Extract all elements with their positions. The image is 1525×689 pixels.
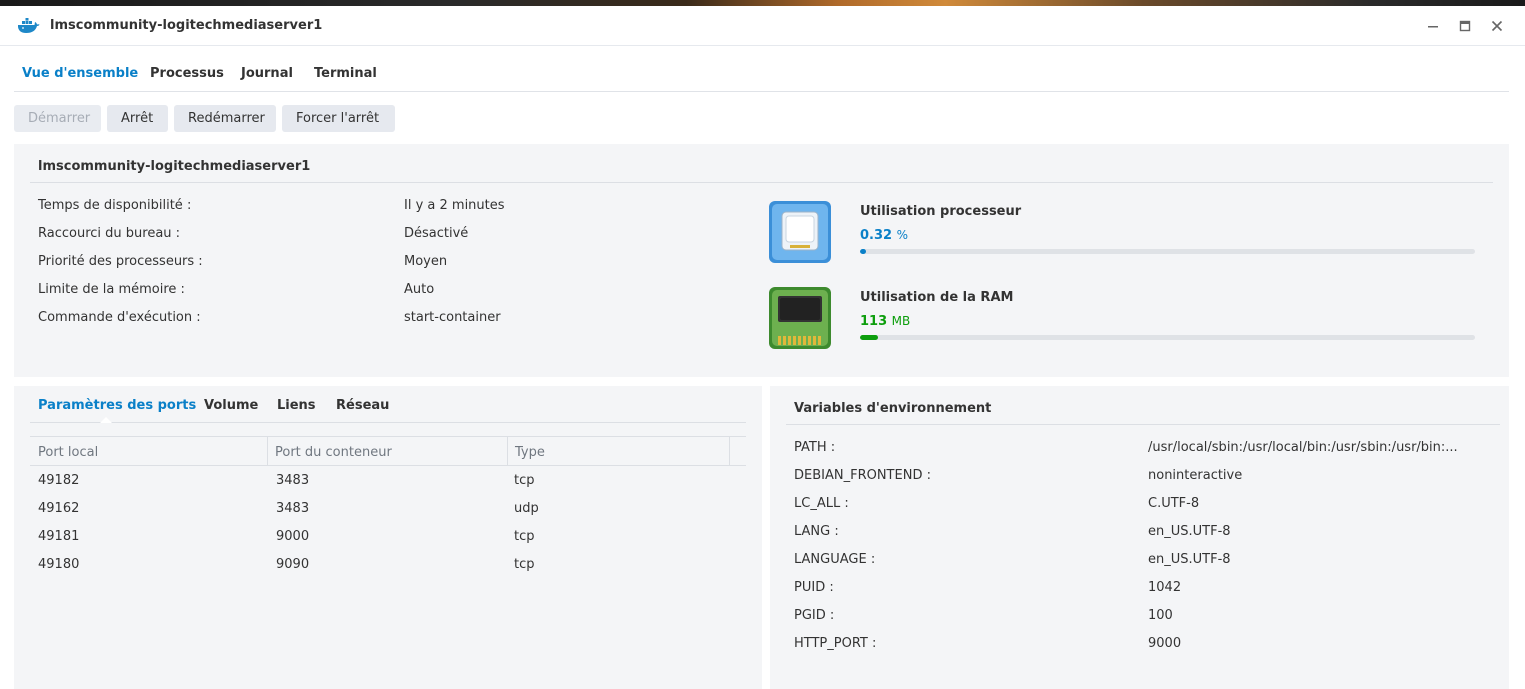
subtab-port-settings[interactable]: Paramètres des ports — [38, 398, 196, 413]
ports-table-header: Port local Port du conteneur Type — [30, 436, 746, 466]
ports-subtabs: Paramètres des ports Volume Liens Réseau — [30, 386, 746, 423]
env-value: 1042 — [1148, 580, 1182, 595]
table-row[interactable]: 49182 3483 tcp — [30, 466, 746, 494]
subtab-volume[interactable]: Volume — [204, 398, 258, 413]
divider — [786, 424, 1500, 425]
uptime-label: Temps de disponibilité : — [38, 198, 192, 213]
col-container-port[interactable]: Port du conteneur — [275, 445, 392, 460]
ram-usage-bar — [860, 335, 1475, 340]
tab-terminal[interactable]: Terminal — [314, 66, 377, 81]
subtab-links[interactable]: Liens — [277, 398, 316, 413]
cpu-priority-value: Moyen — [404, 254, 448, 269]
close-icon — [1491, 20, 1503, 32]
column-separator[interactable] — [507, 437, 508, 466]
container-port-cell: 9090 — [276, 557, 310, 572]
cpu-usage-value: 0.32 % — [860, 228, 908, 243]
docker-whale-icon — [18, 18, 40, 33]
env-value: /usr/local/sbin:/usr/local/bin:/usr/sbin… — [1148, 440, 1458, 455]
environment-panel: Variables d'environnement PATH : /usr/lo… — [770, 386, 1509, 689]
subtab-network[interactable]: Réseau — [336, 398, 389, 413]
memory-limit-label: Limite de la mémoire : — [38, 282, 185, 297]
exec-command-label: Commande d'exécution : — [38, 310, 201, 325]
ram-usage-title: Utilisation de la RAM — [860, 290, 1014, 305]
env-value: C.UTF-8 — [1148, 496, 1200, 511]
column-separator[interactable] — [729, 437, 730, 466]
env-key: PGID : — [794, 608, 835, 623]
col-local-port[interactable]: Port local — [38, 445, 98, 460]
env-value: 100 — [1148, 608, 1173, 623]
cpu-usage-title: Utilisation processeur — [860, 204, 1022, 219]
container-name-heading: lmscommunity-logitechmediaserver1 — [38, 159, 311, 174]
column-separator[interactable] — [267, 437, 268, 466]
minimize-button[interactable] — [1422, 16, 1444, 36]
env-key: LANG : — [794, 524, 839, 539]
cpu-priority-label: Priorité des processeurs : — [38, 254, 203, 269]
exec-command-value: start-container — [404, 310, 501, 325]
tab-log[interactable]: Journal — [241, 66, 293, 81]
overview-panel: lmscommunity-logitechmediaserver1 Temps … — [14, 144, 1509, 377]
tab-processes[interactable]: Processus — [150, 66, 224, 81]
ram-usage-bar-fill — [860, 335, 879, 340]
local-port-cell: 49162 — [38, 501, 80, 516]
ports-panel: Paramètres des ports Volume Liens Réseau… — [14, 386, 762, 689]
env-key: LC_ALL : — [794, 496, 849, 511]
divider — [30, 182, 1493, 183]
ram-usage-number: 113 — [860, 314, 888, 329]
close-button[interactable] — [1486, 16, 1508, 36]
start-button[interactable]: Démarrer — [14, 105, 101, 132]
container-details-window: lmscommunity-logitechmediaserver1 Vue d'… — [0, 6, 1525, 689]
ports-table: Port local Port du conteneur Type 49182 … — [30, 436, 746, 578]
local-port-cell: 49181 — [38, 529, 80, 544]
col-type[interactable]: Type — [515, 445, 545, 460]
local-port-cell: 49182 — [38, 473, 80, 488]
active-tab-indicator — [100, 417, 112, 423]
main-tabs: Vue d'ensemble Processus Journal Termina… — [14, 52, 1509, 92]
cpu-usage-number: 0.32 — [860, 228, 893, 243]
stop-button[interactable]: Arrêt — [107, 105, 168, 132]
ram-icon — [769, 287, 831, 349]
ram-usage-value: 113 MB — [860, 314, 910, 329]
minimize-icon — [1428, 26, 1438, 28]
container-port-cell: 3483 — [276, 473, 310, 488]
env-panel-title: Variables d'environnement — [794, 401, 992, 416]
desktop-shortcut-value: Désactivé — [404, 226, 469, 241]
window-title: lmscommunity-logitechmediaserver1 — [50, 18, 323, 33]
memory-limit-value: Auto — [404, 282, 435, 297]
env-key: DEBIAN_FRONTEND : — [794, 468, 931, 483]
table-row[interactable]: 49180 9090 tcp — [30, 550, 746, 578]
container-port-cell: 3483 — [276, 501, 310, 516]
force-stop-button[interactable]: Forcer l'arrêt — [282, 105, 395, 132]
local-port-cell: 49180 — [38, 557, 80, 572]
ram-usage-unit: MB — [891, 314, 911, 328]
table-row[interactable]: 49162 3483 udp — [30, 494, 746, 522]
env-key: LANGUAGE : — [794, 552, 876, 567]
uptime-value: Il y a 2 minutes — [404, 198, 505, 213]
window-titlebar[interactable]: lmscommunity-logitechmediaserver1 — [0, 6, 1525, 46]
type-cell: tcp — [514, 557, 535, 572]
env-value: 9000 — [1148, 636, 1182, 651]
type-cell: tcp — [514, 473, 535, 488]
cpu-usage-bar — [860, 249, 1475, 254]
tab-overview[interactable]: Vue d'ensemble — [22, 66, 138, 81]
env-value: en_US.UTF-8 — [1148, 552, 1231, 567]
maximize-icon — [1459, 20, 1471, 32]
cpu-usage-bar-fill — [860, 249, 867, 254]
env-key: HTTP_PORT : — [794, 636, 877, 651]
maximize-button[interactable] — [1454, 16, 1476, 36]
env-value: en_US.UTF-8 — [1148, 524, 1231, 539]
env-value: noninteractive — [1148, 468, 1243, 483]
env-key: PUID : — [794, 580, 834, 595]
restart-button[interactable]: Redémarrer — [174, 105, 276, 132]
env-key: PATH : — [794, 440, 836, 455]
type-cell: tcp — [514, 529, 535, 544]
table-row[interactable]: 49181 9000 tcp — [30, 522, 746, 550]
type-cell: udp — [514, 501, 539, 516]
desktop-shortcut-label: Raccourci du bureau : — [38, 226, 181, 241]
container-port-cell: 9000 — [276, 529, 310, 544]
cpu-icon — [769, 201, 831, 263]
cpu-usage-unit: % — [896, 228, 909, 242]
